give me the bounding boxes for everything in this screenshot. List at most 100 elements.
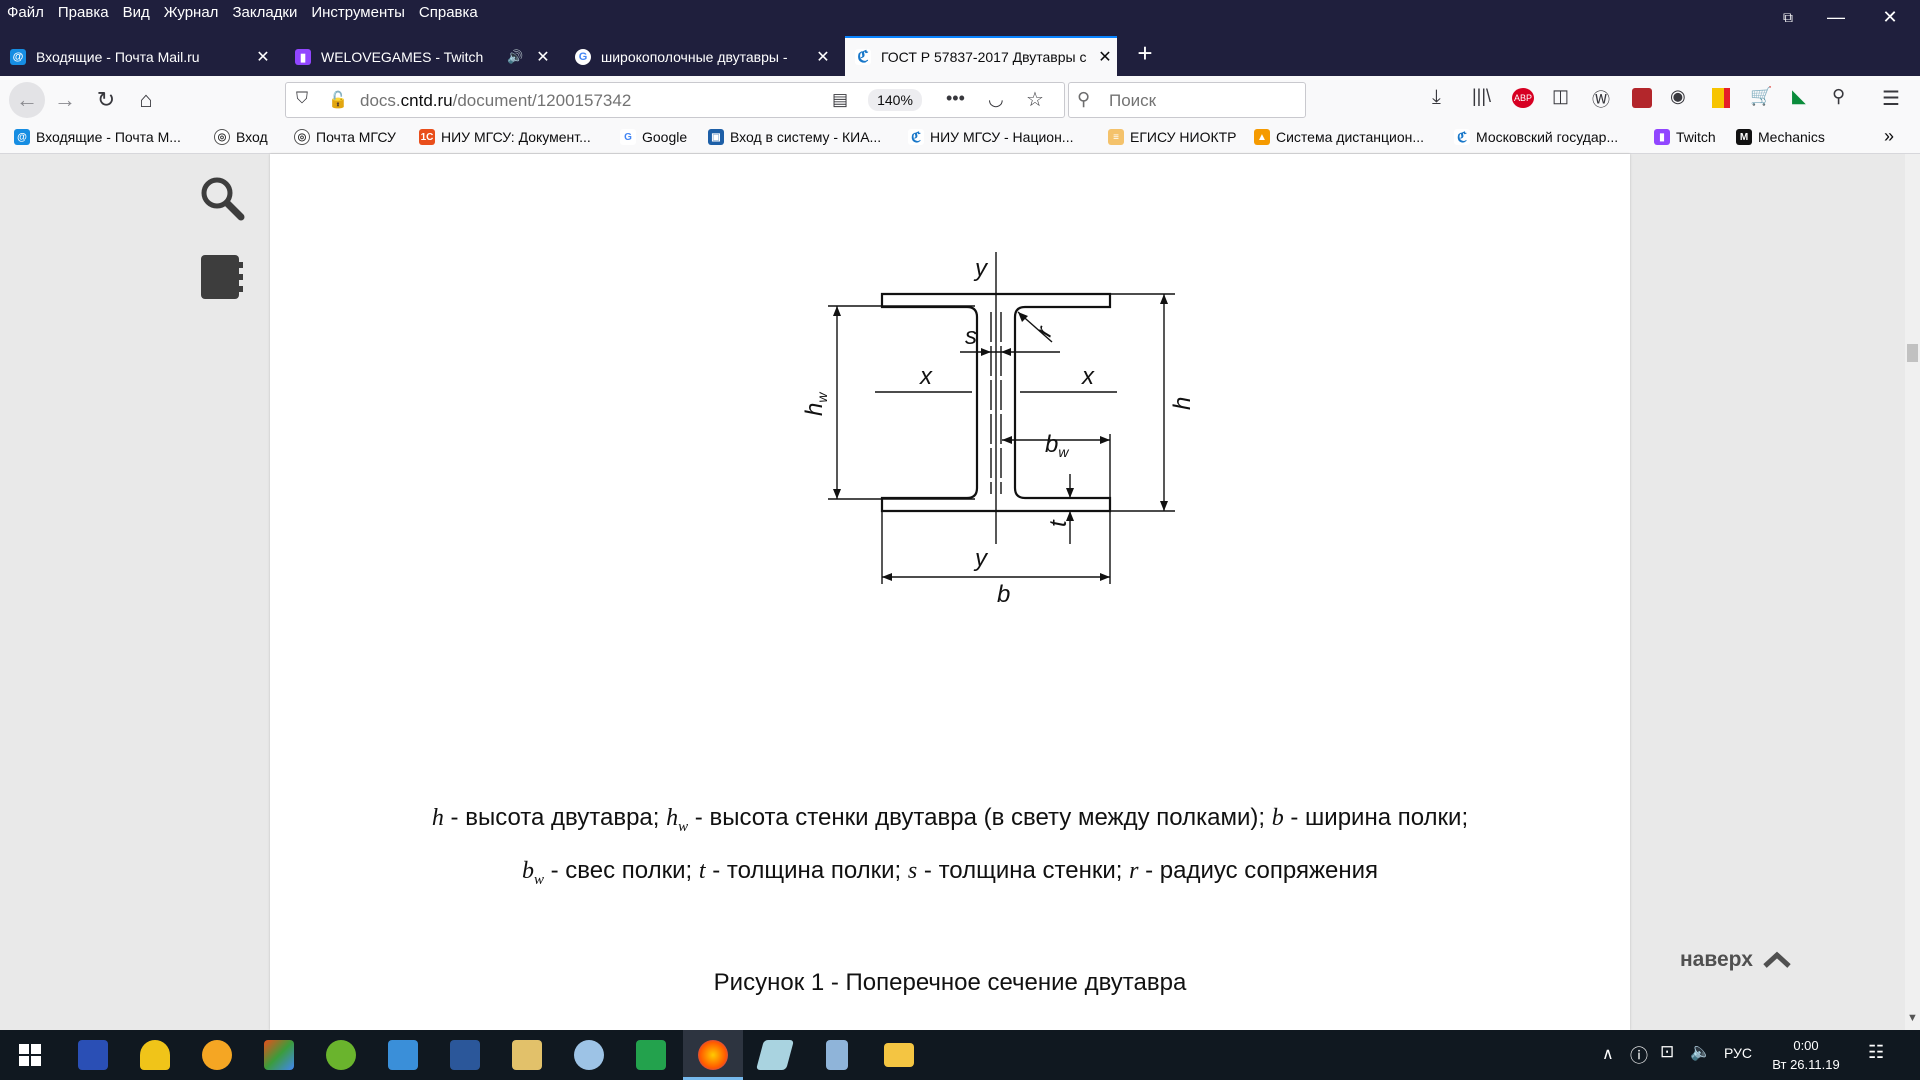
- bookmark-mechanics[interactable]: M Mechanics: [1736, 129, 1825, 145]
- database-icon: ≡: [1108, 129, 1124, 145]
- scrollbar-thumb[interactable]: [1907, 344, 1918, 362]
- reload-button[interactable]: ↻: [90, 84, 122, 116]
- tab-mail[interactable]: @ Входящие - Почта Mail.ru ✕: [0, 40, 275, 74]
- start-button[interactable]: [0, 1030, 60, 1080]
- bookmarks-overflow-icon[interactable]: »: [1884, 126, 1894, 147]
- menu-tools[interactable]: Инструменты: [304, 0, 412, 26]
- close-icon[interactable]: ✕: [251, 47, 275, 67]
- page-content-area: y y x x s b bw r t h hw h - высота двута…: [0, 154, 1905, 1030]
- eraser-icon: [755, 1040, 795, 1070]
- new-tab-button[interactable]: +: [1128, 36, 1162, 70]
- tray-chevron-up-icon[interactable]: ∧: [1602, 1044, 1614, 1064]
- menu-history[interactable]: Журнал: [157, 0, 226, 26]
- notification-center-icon[interactable]: ☷: [1868, 1042, 1884, 1063]
- tab-google[interactable]: G широкополочные двутавры - ✕: [565, 40, 835, 74]
- menu-file[interactable]: Файл: [0, 0, 51, 26]
- adblock-icon[interactable]: ABP: [1512, 88, 1534, 108]
- home-button[interactable]: ⌂: [130, 84, 162, 116]
- google-icon: G: [575, 49, 591, 65]
- bookmark-vhod[interactable]: ◎ Вход: [214, 129, 268, 145]
- menu-help[interactable]: Справка: [412, 0, 485, 26]
- label-x-right: x: [1081, 363, 1095, 390]
- network-icon[interactable]: ⊡: [1660, 1042, 1674, 1062]
- sidebar-icon[interactable]: ◫: [1552, 86, 1569, 107]
- bookmark-egisu[interactable]: ≡ ЕГИСУ НИОКТР: [1108, 129, 1237, 145]
- menu-view[interactable]: Вид: [116, 0, 157, 26]
- bookmark-mgsu-mail[interactable]: ◎ Почта МГСУ: [294, 129, 396, 145]
- taskbar-calculator-app[interactable]: [807, 1030, 867, 1080]
- bookmark-google[interactable]: G Google: [620, 129, 687, 145]
- palette-icon: [574, 1040, 604, 1070]
- extension-m-icon[interactable]: [1632, 88, 1652, 108]
- taskbar-hardhat-app[interactable]: [125, 1030, 185, 1080]
- taskbar-save-app[interactable]: [63, 1030, 123, 1080]
- insecure-lock-icon[interactable]: 🔓: [328, 90, 348, 110]
- tray-info-icon[interactable]: ⓘ: [1630, 1042, 1648, 1068]
- bookmark-distance[interactable]: ▲ Система дистанцион...: [1254, 129, 1424, 145]
- kias-icon: ▣: [708, 129, 724, 145]
- extension-w-icon[interactable]: Ⓦ: [1592, 86, 1610, 112]
- taskbar-paint-app[interactable]: [249, 1030, 309, 1080]
- globe-icon: ◎: [294, 129, 310, 145]
- taskbar-firefox-app[interactable]: [683, 1030, 743, 1080]
- back-button[interactable]: ←: [9, 82, 45, 118]
- notebook-icon[interactable]: [200, 254, 244, 300]
- menu-bookmarks[interactable]: Закладки: [225, 0, 304, 26]
- close-icon[interactable]: ✕: [811, 47, 835, 67]
- twitch-icon: ▮: [1654, 129, 1670, 145]
- mail-icon: @: [10, 49, 26, 65]
- hamburger-menu-icon[interactable]: ☰: [1882, 86, 1900, 111]
- download-icon[interactable]: ⤓: [1432, 86, 1441, 109]
- bookmark-mail[interactable]: @ Входящие - Почта М...: [14, 129, 181, 145]
- extension-ghost-icon[interactable]: ◉: [1670, 86, 1686, 107]
- scroll-down-icon[interactable]: ▼: [1907, 1012, 1918, 1024]
- extension-flag-icon[interactable]: [1712, 88, 1730, 108]
- zoom-indicator[interactable]: 140%: [868, 89, 922, 111]
- vertical-scrollbar[interactable]: ▼: [1905, 154, 1920, 1030]
- volume-icon[interactable]: 🔈: [1690, 1042, 1711, 1062]
- menu-edit[interactable]: Правка: [51, 0, 116, 26]
- search-placeholder[interactable]: Поиск: [1109, 91, 1156, 111]
- clock-date: Вт 26.11.19: [1772, 1057, 1840, 1072]
- legend-line-2: bw - свес полки; t - толщина полки; s - …: [521, 857, 1379, 888]
- language-indicator[interactable]: РУС: [1724, 1045, 1752, 1061]
- back-to-top-button[interactable]: наверх: [1680, 948, 1793, 972]
- taskbar-eraser-app[interactable]: [745, 1030, 805, 1080]
- url-bar[interactable]: ⛉ 🔓 docs.cntd.ru/document/1200157342 ▤ 1…: [285, 82, 1065, 118]
- taskbar-contacts-app[interactable]: [373, 1030, 433, 1080]
- hardhat-icon: [140, 1040, 170, 1070]
- library-icon[interactable]: |||\: [1472, 86, 1491, 107]
- forward-button[interactable]: →: [49, 84, 81, 116]
- taskbar-green-app[interactable]: [621, 1030, 681, 1080]
- page-actions-icon[interactable]: •••: [946, 88, 965, 109]
- bookmark-kias[interactable]: ▣ Вход в систему - КИА...: [708, 129, 881, 145]
- taskbar-utorrent-app[interactable]: [311, 1030, 371, 1080]
- extension-cart-icon[interactable]: 🛒: [1750, 86, 1772, 107]
- extension-green-icon[interactable]: ◣: [1792, 86, 1806, 107]
- tab-gost[interactable]: ℭ ГОСТ Р 57837-2017 Двутавры с ✕: [845, 36, 1117, 76]
- search-tool-icon[interactable]: [198, 174, 246, 222]
- bookmark-twitch[interactable]: ▮ Twitch: [1654, 129, 1716, 145]
- tab-twitch[interactable]: ▮ WELOVEGAMES - Twitch 🔊 ✕: [285, 40, 555, 74]
- close-icon[interactable]: ✕: [1093, 47, 1117, 67]
- close-icon[interactable]: ✕: [531, 47, 555, 67]
- url-text[interactable]: docs.cntd.ru/document/1200157342: [360, 91, 631, 111]
- extension-pin-icon[interactable]: ⚲: [1832, 86, 1845, 107]
- taskbar-word-app[interactable]: [435, 1030, 495, 1080]
- twitch-icon: ▮: [295, 49, 311, 65]
- pocket-icon[interactable]: ◡: [988, 89, 1004, 110]
- bookmark-mgsu-national[interactable]: ℭ НИУ МГСУ - Национ...: [908, 129, 1073, 145]
- bookmark-star-icon[interactable]: ☆: [1026, 87, 1044, 112]
- taskbar-7zip-app[interactable]: [497, 1030, 557, 1080]
- reader-view-icon[interactable]: ▤: [832, 90, 848, 110]
- search-bar[interactable]: ⚲ Поиск: [1068, 82, 1306, 118]
- bookmark-mgsu-docs[interactable]: 1C НИУ МГСУ: Документ...: [419, 129, 591, 145]
- taskbar-explorer-app[interactable]: [869, 1030, 929, 1080]
- taskbar-triangle-app[interactable]: [187, 1030, 247, 1080]
- label-b: b: [997, 581, 1010, 604]
- bookmark-moscow-state[interactable]: ℭ Московский государ...: [1454, 129, 1618, 145]
- speaker-icon[interactable]: 🔊: [507, 49, 531, 65]
- clock[interactable]: 0:00 Вт 26.11.19: [1768, 1036, 1844, 1074]
- shield-icon[interactable]: ⛉: [296, 90, 308, 108]
- taskbar-paintbrush-app[interactable]: [559, 1030, 619, 1080]
